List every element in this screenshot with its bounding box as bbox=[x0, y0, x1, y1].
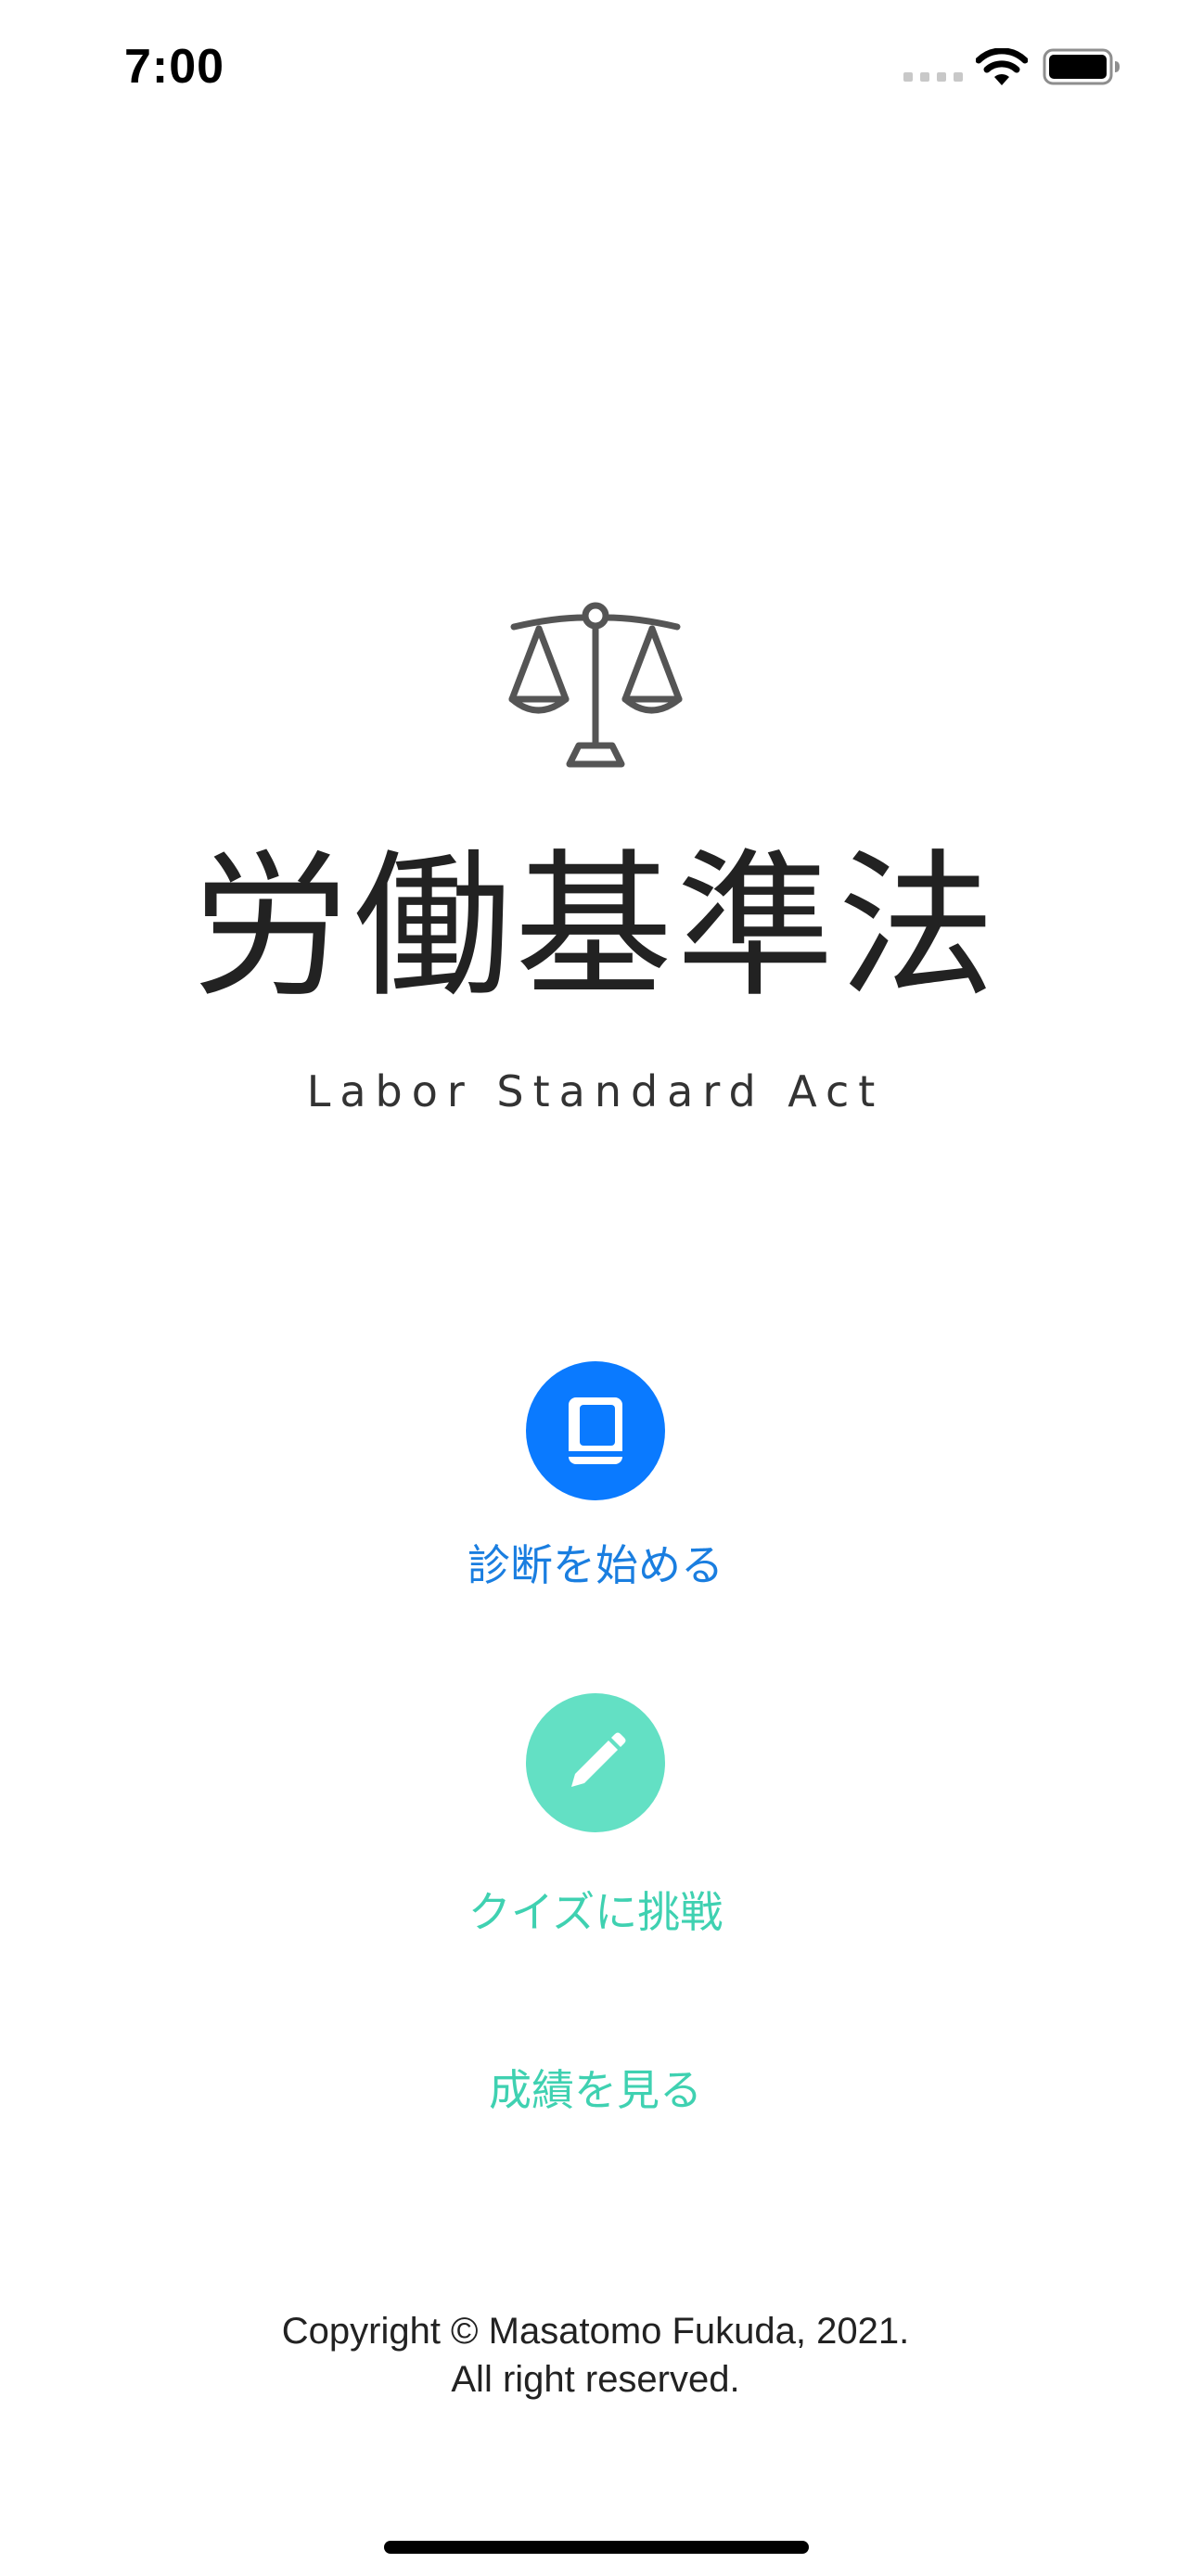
cellular-signal-icon bbox=[903, 72, 963, 82]
copyright-text: Copyright © Masatomo Fukuda, 2021. All r… bbox=[0, 2307, 1191, 2404]
copyright-line-2: All right reserved. bbox=[451, 2359, 740, 2400]
quiz-label[interactable]: クイズに挑戦 bbox=[0, 1879, 1191, 1940]
scales-icon bbox=[508, 602, 683, 768]
home-indicator[interactable] bbox=[384, 2541, 809, 2554]
app-title: 労働基準法 bbox=[191, 835, 999, 1019]
start-diagnosis-button[interactable] bbox=[526, 1361, 665, 1500]
status-time: 7:00 bbox=[124, 40, 225, 94]
app-subtitle: Labor Standard Act bbox=[306, 1066, 885, 1116]
pencil-icon bbox=[571, 1732, 626, 1787]
copyright-line-1: Copyright © Masatomo Fukuda, 2021. bbox=[281, 2311, 910, 2352]
battery-icon bbox=[1043, 48, 1120, 85]
quiz-button[interactable] bbox=[526, 1693, 665, 1832]
view-results-button[interactable]: 成績を見る bbox=[0, 2057, 1191, 2118]
wifi-icon bbox=[976, 48, 1028, 85]
book-icon bbox=[569, 1397, 622, 1464]
start-diagnosis-label[interactable]: 診断を始める bbox=[0, 1532, 1191, 1593]
